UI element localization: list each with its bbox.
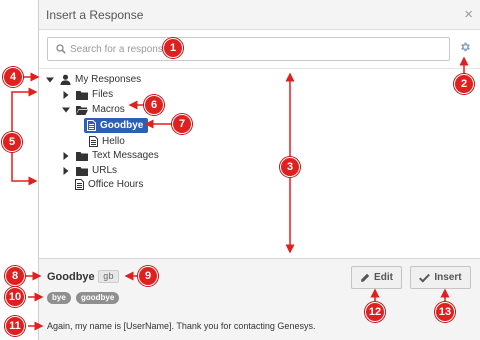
response-shortcut: gb (98, 270, 119, 283)
tree-item-label: Office Hours (88, 179, 144, 190)
tree-item-label: Goodbye (100, 120, 144, 131)
caret-down-icon[interactable] (46, 76, 54, 84)
caret-down-icon[interactable] (62, 106, 70, 114)
tree-item-my-responses[interactable]: My Responses (46, 72, 141, 87)
callout-badge: 8 (5, 266, 25, 286)
callout-badge: 4 (3, 67, 23, 87)
user-icon (60, 74, 71, 85)
tree-item-goodbye[interactable]: Goodbye (84, 118, 149, 133)
response-footer: Goodbye gb Edit Insert bye goodbye Again… (39, 258, 480, 340)
search-input[interactable] (70, 41, 440, 57)
gear-icon[interactable] (459, 41, 471, 53)
document-icon (75, 179, 84, 190)
close-icon[interactable]: × (464, 6, 473, 23)
tree-item-text-messages[interactable]: Text Messages (62, 148, 159, 163)
tree-item-label: My Responses (75, 74, 142, 85)
response-name: Goodbye (47, 271, 95, 283)
callout-badge: 10 (5, 287, 25, 307)
document-icon (87, 120, 96, 131)
insert-label: Insert (434, 272, 462, 283)
response-tree: My Responses Files Macros Goodbye Hello (39, 68, 480, 258)
edit-button[interactable]: Edit (351, 266, 402, 289)
search-icon (56, 44, 66, 54)
folder-icon (76, 166, 88, 176)
callout-badge: 5 (2, 132, 22, 152)
folder-open-icon (76, 105, 88, 115)
edit-label: Edit (374, 272, 393, 283)
response-message: Again, my name is [UserName]. Thank you … (47, 321, 316, 331)
folder-icon (76, 90, 88, 100)
tree-item-label: Files (92, 89, 114, 100)
tree-item-hello[interactable]: Hello (89, 134, 125, 149)
tree-item-label: Hello (102, 136, 125, 147)
caret-right-icon[interactable] (62, 151, 70, 160)
tree-item-label: Macros (92, 104, 125, 115)
insert-response-dialog: Insert a Response × My Responses Files (38, 0, 480, 340)
tree-item-urls[interactable]: URLs (62, 163, 117, 178)
dialog-titlebar: Insert a Response × (39, 0, 480, 30)
document-icon (89, 136, 98, 147)
caret-right-icon[interactable] (62, 90, 70, 99)
tree-item-macros[interactable]: Macros (62, 102, 125, 117)
pencil-icon (361, 273, 370, 282)
insert-button[interactable]: Insert (410, 266, 471, 289)
dialog-title: Insert a Response (46, 8, 144, 22)
tree-item-files[interactable]: Files (62, 87, 113, 102)
tree-item-office-hours[interactable]: Office Hours (75, 177, 143, 192)
tree-item-label: URLs (92, 165, 118, 176)
callout-badge: 11 (5, 316, 25, 336)
checkmark-icon (419, 273, 431, 283)
search-box[interactable] (47, 37, 450, 61)
caret-right-icon[interactable] (62, 166, 70, 175)
response-tag: bye (47, 292, 71, 304)
folder-icon (76, 151, 88, 161)
tree-item-label: Text Messages (92, 150, 159, 161)
response-tag: goodbye (76, 292, 120, 304)
